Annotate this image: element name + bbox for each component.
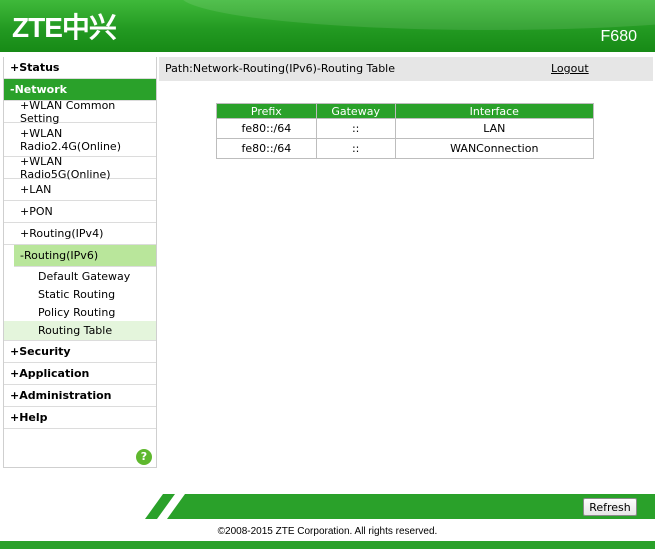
cell-interface: WANConnection (394, 138, 595, 159)
sidebar-item-help[interactable]: +Help (4, 407, 156, 429)
sidebar-item-routing-ipv6[interactable]: -Routing(IPv6) (14, 245, 156, 267)
sidebar-item-policy-routing[interactable]: Policy Routing (4, 303, 156, 321)
column-header-gateway: Gateway (315, 103, 396, 119)
cell-prefix: fe80::/64 (216, 138, 317, 159)
routing-table: Prefix Gateway Interface fe80::/64 :: LA… (216, 103, 595, 159)
help-icon[interactable]: ? (136, 449, 152, 465)
column-header-interface: Interface (394, 103, 595, 119)
cell-prefix: fe80::/64 (216, 118, 317, 139)
sidebar-item-pon[interactable]: +PON (4, 201, 156, 223)
sidebar-item-security[interactable]: +Security (4, 341, 156, 363)
header-banner: ZTE中兴 F680 (0, 0, 655, 52)
path-bar: Path:Network-Routing(IPv6)-Routing Table… (159, 57, 653, 81)
sidebar-item-wlan-24g[interactable]: +WLAN Radio2.4G(Online) (4, 123, 156, 157)
sidebar-item-routing-table[interactable]: Routing Table (4, 321, 156, 341)
sidebar: +Status -Network +WLAN Common Setting +W… (3, 57, 157, 468)
sidebar-item-lan[interactable]: +LAN (4, 179, 156, 201)
sidebar-item-static-routing[interactable]: Static Routing (4, 285, 156, 303)
sidebar-item-administration[interactable]: +Administration (4, 385, 156, 407)
table-row: fe80::/64 :: WANConnection (216, 138, 595, 159)
refresh-button[interactable]: Refresh (583, 498, 637, 516)
cell-gateway: :: (315, 118, 396, 139)
sidebar-item-default-gateway[interactable]: Default Gateway (4, 267, 156, 285)
table-row: fe80::/64 :: LAN (216, 118, 595, 139)
sidebar-item-application[interactable]: +Application (4, 363, 156, 385)
column-header-prefix: Prefix (216, 103, 317, 119)
header-shine (180, 0, 655, 30)
copyright-text: ©2008-2015 ZTE Corporation. All rights r… (217, 526, 438, 537)
cell-gateway: :: (315, 138, 396, 159)
cell-interface: LAN (394, 118, 595, 139)
sidebar-item-wlan-common[interactable]: +WLAN Common Setting (4, 99, 156, 125)
table-header-row: Prefix Gateway Interface (216, 103, 595, 119)
zte-logo: ZTE中兴 (12, 12, 117, 43)
model-name: F680 (600, 28, 637, 45)
footer-band (145, 494, 655, 519)
bottom-divider (0, 541, 655, 549)
sidebar-item-wlan-5g[interactable]: +WLAN Radio5G(Online) (4, 155, 156, 181)
breadcrumb: Path:Network-Routing(IPv6)-Routing Table (165, 62, 395, 75)
sidebar-item-routing-ipv4[interactable]: +Routing(IPv4) (4, 223, 156, 245)
sidebar-item-status[interactable]: +Status (4, 57, 156, 79)
logout-link[interactable]: Logout (551, 62, 589, 75)
